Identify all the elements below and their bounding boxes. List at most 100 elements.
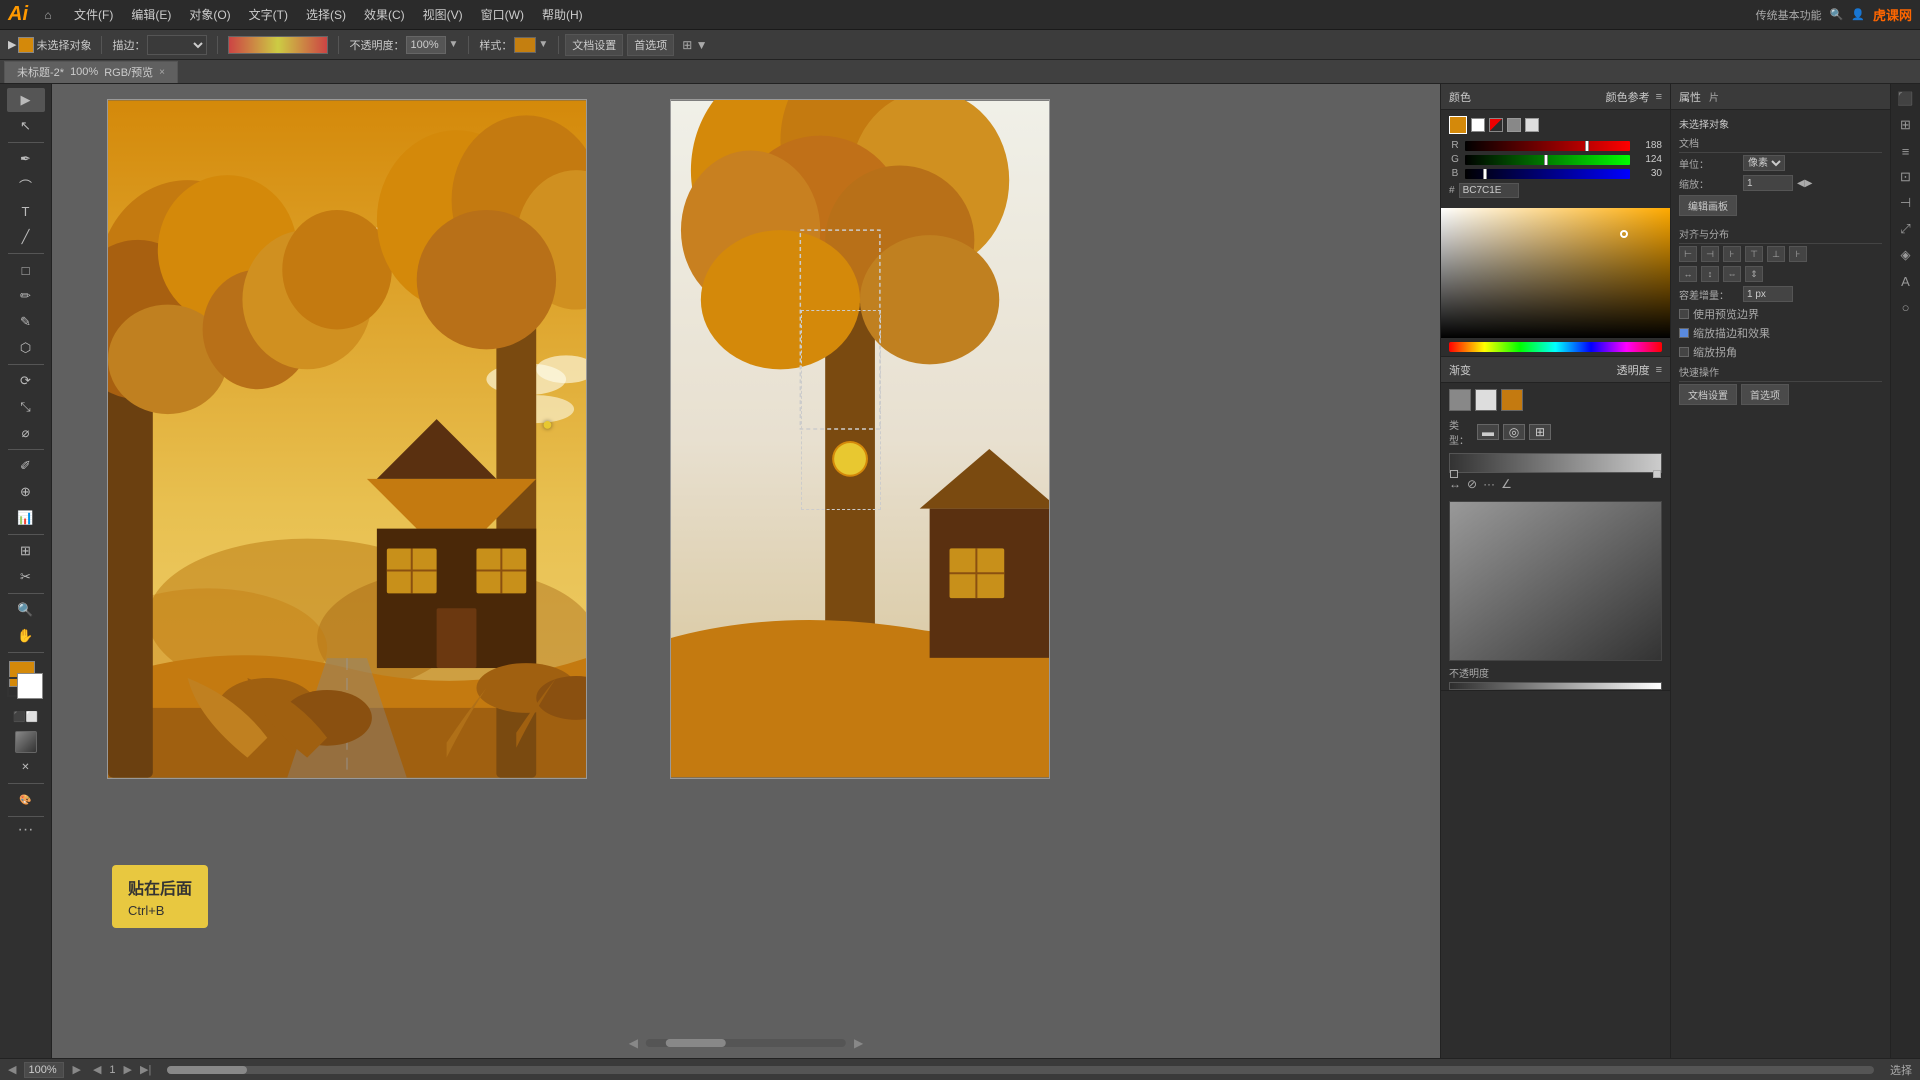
blend-tool[interactable]: ⊕ <box>7 480 45 504</box>
sidebar-color-icon[interactable]: ⬛ <box>1895 88 1917 110</box>
r-slider-thumb[interactable] <box>1585 141 1589 151</box>
artboard-tool[interactable]: ⊞ <box>7 539 45 563</box>
opacity-input[interactable] <box>406 36 446 54</box>
align-left-btn[interactable]: ⊢ <box>1679 246 1697 262</box>
fill-color-swatch[interactable] <box>18 37 34 53</box>
scale-corners-checkbox[interactable] <box>1679 347 1689 357</box>
rotate-tool[interactable]: ⟳ <box>7 369 45 393</box>
canvas-area[interactable]: 贴在后面 Ctrl+B ● ◀ ▶ <box>52 84 1440 1058</box>
pencil-tool[interactable]: ✎ <box>7 310 45 334</box>
freeform-grad-btn[interactable]: ⊞ <box>1529 424 1551 440</box>
sidebar-layers-icon[interactable]: ≡ <box>1895 140 1917 162</box>
warp-tool[interactable]: ⌀ <box>7 421 45 445</box>
zoom-prev-icon[interactable]: ◀ <box>8 1063 16 1076</box>
grad-color-swatch[interactable] <box>1501 389 1523 411</box>
doc-setup-button[interactable]: 文档设置 <box>565 34 623 56</box>
line-tool[interactable]: ╱ <box>7 225 45 249</box>
sidebar-transform-icon[interactable]: ⤢ <box>1895 218 1917 240</box>
menu-view[interactable]: 视图(V) <box>415 4 471 25</box>
direct-selection-tool[interactable]: ↖ <box>7 114 45 138</box>
user-icon[interactable]: 👤 <box>1851 8 1865 21</box>
grad-dots-icon[interactable]: ··· <box>1483 477 1495 491</box>
color-boxes[interactable] <box>7 661 45 699</box>
menu-edit[interactable]: 编辑(E) <box>123 4 179 25</box>
type-tool[interactable]: T <box>7 199 45 223</box>
hex-input[interactable] <box>1459 183 1519 198</box>
distrib-sp-btn[interactable]: ⇕ <box>1745 266 1763 282</box>
quick-prefs-btn[interactable]: 首选项 <box>1741 384 1789 405</box>
opacity-chevron[interactable]: ▼ <box>448 39 458 50</box>
bottom-scrollbar-track[interactable] <box>167 1066 1874 1074</box>
artboard-right[interactable] <box>670 99 1050 779</box>
pen-tool[interactable]: ✒ <box>7 147 45 171</box>
active-fill-swatch[interactable] <box>1449 116 1467 134</box>
horizontal-scrollbar[interactable]: ◀ ▶ <box>629 1036 863 1050</box>
grad-linear-icon[interactable]: ⊘ <box>1467 477 1477 491</box>
quick-doc-setup-btn[interactable]: 文档设置 <box>1679 384 1737 405</box>
search-icon[interactable]: 🔍 <box>1830 8 1844 21</box>
distrib-h-btn[interactable]: ↔ <box>1679 266 1697 282</box>
gradient-title[interactable]: 渐变 <box>1449 362 1611 378</box>
zoom-next-icon[interactable]: ▶ <box>72 1063 80 1076</box>
color-panel-title[interactable]: 颜色 <box>1449 89 1600 105</box>
menu-effect[interactable]: 效果(C) <box>356 4 413 25</box>
menu-object[interactable]: 对象(O) <box>181 4 238 25</box>
paintbrush-tool[interactable]: ✏ <box>7 284 45 308</box>
selection-tool[interactable]: ▶ <box>7 88 45 112</box>
slice-tool[interactable]: ✂ <box>7 565 45 589</box>
sidebar-text-icon[interactable]: A <box>1895 270 1917 292</box>
g-slider-thumb[interactable] <box>1544 155 1548 165</box>
gradient-box[interactable] <box>15 731 37 753</box>
color-mode-toggle[interactable]: ⬛⬜ <box>7 705 45 729</box>
b-slider-track[interactable] <box>1465 169 1630 179</box>
linear-grad-btn[interactable]: ▬ <box>1477 424 1499 440</box>
none-box[interactable]: ✕ <box>7 755 45 779</box>
edit-artboard-button[interactable]: 编辑画板 <box>1679 195 1737 216</box>
shaper-tool[interactable]: ⬡ <box>7 336 45 360</box>
color-picker-marker[interactable] <box>1620 230 1628 238</box>
zoom-tool[interactable]: 🔍 <box>7 598 45 622</box>
scale-strokes-checkbox[interactable] <box>1679 328 1689 338</box>
gradient-bar[interactable] <box>1449 453 1662 473</box>
blend-title[interactable]: 透明度 <box>1617 362 1650 378</box>
tab-close-button[interactable]: × <box>159 67 165 78</box>
more-tools[interactable]: ··· <box>18 821 34 839</box>
hue-bar[interactable] <box>1449 342 1662 352</box>
distrib-v-btn[interactable]: ↕ <box>1701 266 1719 282</box>
grad-reverse-icon[interactable]: ↔ <box>1449 477 1461 491</box>
sidebar-arrange-icon[interactable]: ⊡ <box>1895 166 1917 188</box>
hand-tool[interactable]: ✋ <box>7 624 45 648</box>
scale-arrows[interactable]: ◀▶ <box>1797 178 1812 189</box>
opacity-slider[interactable] <box>1449 682 1662 690</box>
align-bottom-btn[interactable]: ⊦ <box>1789 246 1807 262</box>
menu-file[interactable]: 文件(F) <box>66 4 121 25</box>
r-slider-track[interactable] <box>1465 141 1630 151</box>
panel-menu-icon[interactable]: ≡ <box>1656 91 1662 103</box>
chart-tool[interactable]: 📊 <box>7 506 45 530</box>
grad-stroke-swatch[interactable] <box>1475 389 1497 411</box>
g-slider-track[interactable] <box>1465 155 1630 165</box>
menu-select[interactable]: 选择(S) <box>298 4 354 25</box>
menu-help[interactable]: 帮助(H) <box>534 4 591 25</box>
color-mode-box2[interactable] <box>1525 118 1539 132</box>
curvature-tool[interactable]: ⌒ <box>7 173 45 197</box>
threshold-input[interactable] <box>1743 286 1793 302</box>
menu-window[interactable]: 窗口(W) <box>473 4 532 25</box>
artboard-left[interactable] <box>107 99 587 779</box>
bottom-scrollbar-thumb[interactable] <box>167 1066 247 1074</box>
eyedropper-tool[interactable]: ✐ <box>7 454 45 478</box>
radial-grad-btn[interactable]: ◎ <box>1503 424 1525 440</box>
color-ref-title[interactable]: 颜色参考 <box>1606 89 1650 105</box>
color-mode-box1[interactable] <box>1507 118 1521 132</box>
no-color-swatch[interactable] <box>1489 118 1503 132</box>
rect-tool[interactable]: □ <box>7 258 45 282</box>
stroke-type-select[interactable] <box>147 35 207 55</box>
menu-text[interactable]: 文字(T) <box>241 4 296 25</box>
workspace-label[interactable]: 传统基本功能 <box>1756 7 1822 23</box>
live-paint-tool[interactable]: 🎨 <box>7 788 45 812</box>
distrib-eq-btn[interactable]: ⇔ <box>1723 266 1741 282</box>
scroll-left-icon[interactable]: ◀ <box>629 1036 638 1050</box>
page-prev-icon[interactable]: ◀ <box>93 1063 101 1076</box>
preferences-button[interactable]: 首选项 <box>627 34 674 56</box>
sidebar-align-icon[interactable]: ⊣ <box>1895 192 1917 214</box>
